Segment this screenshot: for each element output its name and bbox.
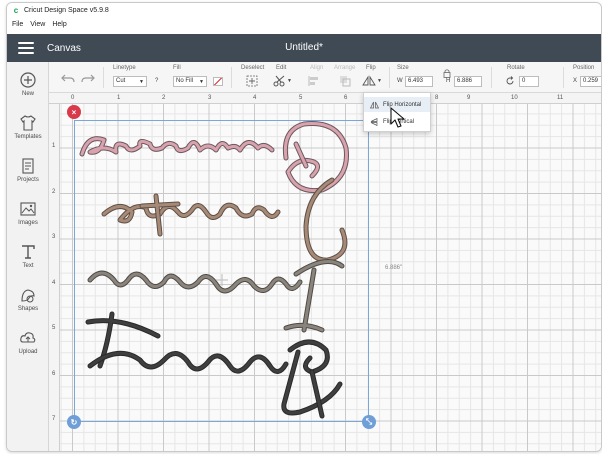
ruler-number: 6 bbox=[52, 371, 56, 377]
ruler-number: 1 bbox=[52, 143, 56, 149]
ruler-number: 5 bbox=[299, 95, 303, 101]
undo-icon[interactable] bbox=[61, 71, 75, 85]
sidebar-item-projects[interactable]: Projects bbox=[7, 157, 49, 183]
menu-view[interactable]: View bbox=[30, 21, 45, 28]
sidebar-item-text[interactable]: Text bbox=[7, 243, 49, 269]
sidebar-item-label: Shapes bbox=[17, 306, 39, 312]
delete-handle-icon[interactable]: × bbox=[67, 105, 81, 119]
redo-icon[interactable] bbox=[81, 71, 95, 85]
linetype-select[interactable]: Cut ▼ bbox=[113, 76, 147, 87]
position-label: Position bbox=[573, 65, 595, 71]
selection-box[interactable] bbox=[74, 120, 369, 422]
ruler-number: 1 bbox=[117, 95, 121, 101]
shapes-icon bbox=[21, 289, 35, 303]
linetype-help[interactable]: ? bbox=[155, 78, 158, 84]
sidebar-item-images[interactable]: Images bbox=[7, 200, 49, 226]
rotate-icon[interactable] bbox=[505, 76, 515, 86]
ruler-top: 0 1 2 3 4 5 6 7 8 9 10 11 bbox=[49, 93, 601, 104]
fill-value: No Fill bbox=[176, 78, 194, 84]
image-icon bbox=[20, 202, 36, 216]
app-header: Canvas Untitled* bbox=[7, 34, 601, 62]
document-title: Untitled* bbox=[285, 42, 323, 53]
sidebar-item-upload[interactable]: Upload bbox=[7, 329, 49, 355]
ruler-number: 6 bbox=[344, 95, 348, 101]
flip-label: Flip bbox=[366, 65, 376, 71]
fill-color-swatch[interactable] bbox=[213, 77, 223, 86]
fill-label: Fill bbox=[173, 65, 181, 71]
ruler-number: 3 bbox=[52, 234, 56, 240]
position-x-label: X bbox=[573, 78, 578, 84]
ruler-number: 4 bbox=[253, 95, 257, 101]
deselect-icon[interactable] bbox=[245, 74, 259, 88]
text-icon bbox=[22, 245, 35, 259]
ruler-number: 10 bbox=[511, 95, 518, 101]
sidebar-item-label: New bbox=[21, 91, 34, 97]
scissors-icon[interactable] bbox=[273, 74, 287, 88]
size-label: Size bbox=[397, 65, 409, 71]
sidebar-item-label: Text bbox=[22, 263, 34, 269]
position-x-input[interactable]: 0.259 bbox=[580, 76, 601, 87]
mouse-cursor-icon bbox=[390, 107, 405, 128]
title-bar: c Cricut Design Space v5.9.8 bbox=[7, 3, 601, 17]
width-input[interactable]: 6.493 bbox=[405, 76, 433, 87]
menu-help[interactable]: Help bbox=[52, 21, 66, 28]
lock-icon[interactable] bbox=[442, 68, 452, 78]
linetype-value: Cut bbox=[116, 78, 126, 84]
arrange-label: Arrange bbox=[334, 65, 356, 71]
app-window: c Cricut Design Space v5.9.8 File View H… bbox=[6, 2, 602, 452]
left-sidebar: New Templates Projects Images Text Shape… bbox=[7, 62, 49, 451]
flip-icon[interactable] bbox=[362, 74, 376, 88]
edit-toolbar: Linetype Cut ▼ ? Fill No Fill ▼ Deselect E… bbox=[49, 62, 601, 93]
sidebar-item-label: Projects bbox=[17, 177, 39, 183]
sidebar-item-label: Templates bbox=[14, 134, 42, 140]
height-label: H bbox=[446, 78, 451, 84]
window-title: Cricut Design Space v5.9.8 bbox=[24, 6, 109, 14]
ruler-number: 11 bbox=[557, 95, 564, 101]
menu-file[interactable]: File bbox=[12, 21, 23, 28]
ruler-left: 1 2 3 4 5 6 7 bbox=[49, 104, 60, 451]
sidebar-item-label: Upload bbox=[18, 349, 38, 355]
ruler-number: 2 bbox=[162, 95, 166, 101]
flip-horizontal-icon bbox=[370, 101, 379, 108]
align-label: Align bbox=[310, 65, 324, 71]
arrange-icon[interactable] bbox=[338, 74, 352, 88]
projects-icon bbox=[22, 158, 34, 174]
chevron-down-icon: ▼ bbox=[287, 78, 292, 84]
tshirt-icon bbox=[20, 115, 36, 131]
upload-icon bbox=[20, 332, 36, 343]
height-readout: 6.886" bbox=[385, 265, 403, 271]
sidebar-item-shapes[interactable]: Shapes bbox=[7, 286, 49, 312]
deselect-label: Deselect bbox=[241, 65, 265, 71]
ruler-number: 4 bbox=[52, 280, 56, 286]
edit-label: Edit bbox=[276, 65, 287, 71]
plus-circle-icon bbox=[20, 72, 36, 88]
ruler-number: 5 bbox=[52, 325, 56, 331]
ruler-number: 8 bbox=[435, 95, 439, 101]
flip-vertical-icon bbox=[370, 117, 378, 126]
width-label: W bbox=[397, 78, 403, 84]
chevron-down-icon: ▼ bbox=[377, 78, 382, 84]
sidebar-item-label: Images bbox=[18, 220, 38, 226]
chevron-down-icon: ▼ bbox=[139, 79, 144, 85]
fill-select[interactable]: No Fill ▼ bbox=[173, 76, 207, 87]
design-canvas[interactable]: × ↻ ⤡ 6.886" bbox=[60, 104, 601, 451]
align-icon[interactable] bbox=[307, 74, 321, 88]
menu-bar: File View Help bbox=[7, 18, 67, 30]
cricut-logo-icon: c bbox=[13, 5, 19, 15]
height-input[interactable]: 6.886 bbox=[454, 76, 482, 87]
ruler-number: 2 bbox=[52, 189, 56, 195]
sidebar-item-new[interactable]: New bbox=[7, 71, 49, 97]
sidebar-item-templates[interactable]: Templates bbox=[7, 114, 49, 140]
ruler-number: 3 bbox=[208, 95, 212, 101]
linetype-label: Linetype bbox=[113, 65, 136, 71]
ruler-number: 0 bbox=[71, 95, 75, 101]
chevron-down-icon: ▼ bbox=[199, 79, 204, 85]
ruler-number: 7 bbox=[52, 416, 56, 422]
resize-handle-icon[interactable]: ⤡ bbox=[362, 415, 376, 429]
rotate-handle-icon[interactable]: ↻ bbox=[67, 415, 81, 429]
rotate-input[interactable]: 0 bbox=[519, 76, 539, 87]
ruler-number: 9 bbox=[467, 95, 471, 101]
rotate-label: Rotate bbox=[507, 65, 525, 71]
